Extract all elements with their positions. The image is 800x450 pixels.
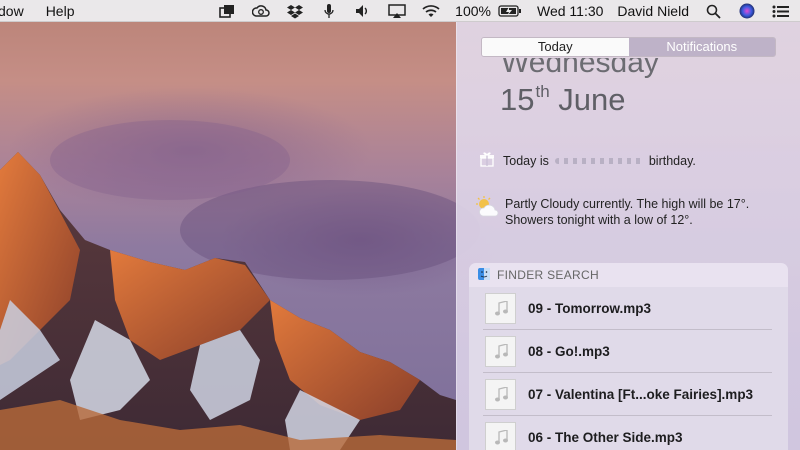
battery-percentage[interactable]: 100% [455,3,491,19]
gift-icon [479,151,495,170]
dropbox-icon[interactable] [286,3,304,19]
list-item[interactable]: 08 - Go!.mp3 [469,330,788,373]
music-file-icon [485,293,516,324]
partly-cloudy-icon [475,196,501,222]
birthday-suffix: birthday. [648,153,696,168]
notification-center-icon[interactable] [772,3,790,19]
notification-center-panel: Today Notifications Wednesday 15th June … [456,22,800,450]
date-weekday: Wednesday [501,58,659,79]
finder-results-list: 09 - Tomorrow.mp3 08 - Go!.mp3 07 - Vale… [469,287,788,450]
list-item[interactable]: 07 - Valentina [Ft...oke Fairies].mp3 [469,373,788,416]
file-name: 07 - Valentina [Ft...oke Fairies].mp3 [528,387,754,402]
birthday-prefix: Today is [503,153,549,168]
battery-icon[interactable] [498,3,522,19]
panel-tabs: Today Notifications [481,37,776,57]
wifi-icon[interactable] [422,3,440,19]
birthday-widget: Today is birthday. [479,151,696,170]
list-item[interactable]: 06 - The Other Side.mp3 [469,416,788,450]
weather-line-2: Showers tonight with a low of 12°. [505,213,693,227]
tab-today[interactable]: Today [482,38,629,56]
date-day-month: 15th June [500,82,626,117]
microphone-icon[interactable] [320,3,338,19]
screen-capture-icon[interactable] [218,3,236,19]
finder-search-title: FINDER SEARCH [497,268,599,282]
siri-icon[interactable] [738,3,756,19]
tab-notifications[interactable]: Notifications [628,38,775,56]
menu-window[interactable]: dow [0,3,24,19]
list-item[interactable]: 09 - Tomorrow.mp3 [469,287,788,330]
weather-widget: Partly Cloudy currently. The high will b… [475,196,749,228]
redacted-name [554,157,643,164]
finder-search-widget: FINDER SEARCH 09 - Tomorrow.mp3 08 - Go!… [469,263,788,450]
weather-line-1: Partly Cloudy currently. The high will b… [505,197,750,211]
finder-icon [478,267,490,283]
creative-cloud-icon[interactable] [252,3,270,19]
menu-bar: dow Help 100% Wed 11:30 David Nield [0,0,800,22]
user-name[interactable]: David Nield [617,3,689,19]
file-name: 08 - Go!.mp3 [528,344,610,359]
file-name: 09 - Tomorrow.mp3 [528,301,652,316]
file-name: 06 - The Other Side.mp3 [528,430,683,445]
volume-icon[interactable] [354,3,372,19]
menubar-clock[interactable]: Wed 11:30 [537,3,603,19]
finder-search-header: FINDER SEARCH [469,263,788,287]
music-file-icon [485,379,516,410]
menu-help[interactable]: Help [46,3,75,19]
airplay-icon[interactable] [388,3,406,19]
spotlight-icon[interactable] [704,3,722,19]
music-file-icon [485,422,516,450]
music-file-icon [485,336,516,367]
